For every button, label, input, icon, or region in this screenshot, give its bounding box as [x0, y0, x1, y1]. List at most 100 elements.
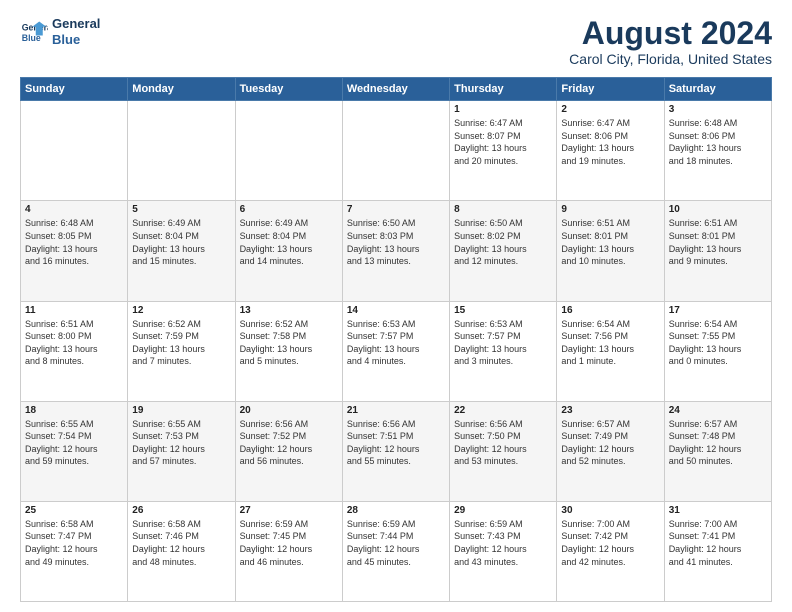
day-number: 27: [240, 505, 338, 516]
calendar-cell: 20 Sunrise: 6:56 AM Sunset: 7:52 PM Dayli…: [235, 401, 342, 501]
calendar-cell: 12Sunrise: 6:52 AM Sunset: 7:59 PM Dayli…: [128, 301, 235, 401]
weekday-friday: Friday: [557, 78, 664, 101]
day-number: 30: [561, 505, 659, 516]
day-number: 24: [669, 405, 767, 416]
day-number: 4: [25, 204, 123, 215]
cell-content: Sunrise: 6:49 AM Sunset: 8:04 PM Dayligh…: [132, 217, 230, 267]
sub-title: Carol City, Florida, United States: [569, 51, 772, 67]
day-number: 16: [561, 305, 659, 316]
week-row-1: 1 Sunrise: 6:47 AM Sunset: 8:07 PM Daylig…: [21, 101, 772, 201]
cell-content: Sunrise: 6:58 AM Sunset: 7:47 PM Dayligh…: [25, 518, 123, 568]
week-row-5: 25 Sunrise: 6:58 AM Sunset: 7:47 PM Dayli…: [21, 501, 772, 601]
calendar-cell: [128, 101, 235, 201]
day-number: 1: [454, 104, 552, 115]
page: General Blue General Blue August 2024 Ca…: [0, 0, 792, 612]
day-number: 19: [132, 405, 230, 416]
cell-content: Sunrise: 6:54 AM Sunset: 7:55 PM Dayligh…: [669, 318, 767, 368]
cell-content: Sunrise: 6:54 AM Sunset: 7:56 PM Dayligh…: [561, 318, 659, 368]
cell-content: Sunrise: 6:59 AM Sunset: 7:44 PM Dayligh…: [347, 518, 445, 568]
day-number: 25: [25, 505, 123, 516]
title-block: August 2024 Carol City, Florida, United …: [569, 16, 772, 67]
calendar-cell: 6 Sunrise: 6:49 AM Sunset: 8:04 PM Daylig…: [235, 201, 342, 301]
calendar-cell: 21 Sunrise: 6:56 AM Sunset: 7:51 PM Dayli…: [342, 401, 449, 501]
day-number: 22: [454, 405, 552, 416]
cell-content: Sunrise: 6:55 AM Sunset: 7:54 PM Dayligh…: [25, 418, 123, 468]
calendar-cell: 15 Sunrise: 6:53 AM Sunset: 7:57 PM Dayli…: [450, 301, 557, 401]
weekday-thursday: Thursday: [450, 78, 557, 101]
logo-text: General Blue: [52, 16, 100, 47]
cell-content: Sunrise: 6:57 AM Sunset: 7:48 PM Dayligh…: [669, 418, 767, 468]
day-number: 11: [25, 305, 123, 316]
weekday-monday: Monday: [128, 78, 235, 101]
cell-content: Sunrise: 6:58 AM Sunset: 7:46 PM Dayligh…: [132, 518, 230, 568]
calendar-cell: [235, 101, 342, 201]
calendar-cell: 30 Sunrise: 7:00 AM Sunset: 7:42 PM Dayli…: [557, 501, 664, 601]
day-number: 10: [669, 204, 767, 215]
day-number: 21: [347, 405, 445, 416]
day-number: 20: [240, 405, 338, 416]
cell-content: Sunrise: 6:59 AM Sunset: 7:45 PM Dayligh…: [240, 518, 338, 568]
day-number: 13: [240, 305, 338, 316]
day-number: 28: [347, 505, 445, 516]
calendar-cell: 22Sunrise: 6:56 AM Sunset: 7:50 PM Dayli…: [450, 401, 557, 501]
calendar-cell: 31 Sunrise: 7:00 AM Sunset: 7:41 PM Dayli…: [664, 501, 771, 601]
calendar-cell: 18 Sunrise: 6:55 AM Sunset: 7:54 PM Dayli…: [21, 401, 128, 501]
day-number: 17: [669, 305, 767, 316]
calendar-cell: 19 Sunrise: 6:55 AM Sunset: 7:53 PM Dayli…: [128, 401, 235, 501]
day-number: 15: [454, 305, 552, 316]
cell-content: Sunrise: 6:50 AM Sunset: 8:02 PM Dayligh…: [454, 217, 552, 267]
calendar-cell: [342, 101, 449, 201]
calendar-cell: 24 Sunrise: 6:57 AM Sunset: 7:48 PM Dayli…: [664, 401, 771, 501]
logo-icon: General Blue: [20, 18, 48, 46]
cell-content: Sunrise: 6:48 AM Sunset: 8:05 PM Dayligh…: [25, 217, 123, 267]
cell-content: Sunrise: 7:00 AM Sunset: 7:41 PM Dayligh…: [669, 518, 767, 568]
header: General Blue General Blue August 2024 Ca…: [20, 16, 772, 67]
day-number: 9: [561, 204, 659, 215]
calendar-cell: 27 Sunrise: 6:59 AM Sunset: 7:45 PM Dayli…: [235, 501, 342, 601]
cell-content: Sunrise: 6:51 AM Sunset: 8:01 PM Dayligh…: [669, 217, 767, 267]
calendar-cell: 25 Sunrise: 6:58 AM Sunset: 7:47 PM Dayli…: [21, 501, 128, 601]
day-number: 14: [347, 305, 445, 316]
cell-content: Sunrise: 6:53 AM Sunset: 7:57 PM Dayligh…: [454, 318, 552, 368]
day-number: 12: [132, 305, 230, 316]
calendar-cell: 10 Sunrise: 6:51 AM Sunset: 8:01 PM Dayli…: [664, 201, 771, 301]
calendar-cell: [21, 101, 128, 201]
calendar-cell: 11 Sunrise: 6:51 AM Sunset: 8:00 PM Dayli…: [21, 301, 128, 401]
weekday-tuesday: Tuesday: [235, 78, 342, 101]
day-number: 23: [561, 405, 659, 416]
svg-text:General: General: [22, 22, 48, 32]
calendar-cell: 23 Sunrise: 6:57 AM Sunset: 7:49 PM Dayli…: [557, 401, 664, 501]
calendar-table: SundayMondayTuesdayWednesdayThursdayFrid…: [20, 77, 772, 602]
main-title: August 2024: [569, 16, 772, 51]
week-row-4: 18 Sunrise: 6:55 AM Sunset: 7:54 PM Dayli…: [21, 401, 772, 501]
day-number: 26: [132, 505, 230, 516]
day-number: 6: [240, 204, 338, 215]
calendar-cell: 1 Sunrise: 6:47 AM Sunset: 8:07 PM Daylig…: [450, 101, 557, 201]
cell-content: Sunrise: 6:55 AM Sunset: 7:53 PM Dayligh…: [132, 418, 230, 468]
day-number: 3: [669, 104, 767, 115]
cell-content: Sunrise: 6:51 AM Sunset: 8:01 PM Dayligh…: [561, 217, 659, 267]
day-number: 18: [25, 405, 123, 416]
cell-content: Sunrise: 6:57 AM Sunset: 7:49 PM Dayligh…: [561, 418, 659, 468]
day-number: 31: [669, 505, 767, 516]
cell-content: Sunrise: 6:53 AM Sunset: 7:57 PM Dayligh…: [347, 318, 445, 368]
weekday-wednesday: Wednesday: [342, 78, 449, 101]
cell-content: Sunrise: 6:47 AM Sunset: 8:07 PM Dayligh…: [454, 117, 552, 167]
cell-content: Sunrise: 7:00 AM Sunset: 7:42 PM Dayligh…: [561, 518, 659, 568]
cell-content: Sunrise: 6:49 AM Sunset: 8:04 PM Dayligh…: [240, 217, 338, 267]
calendar-cell: 28 Sunrise: 6:59 AM Sunset: 7:44 PM Dayli…: [342, 501, 449, 601]
cell-content: Sunrise: 6:56 AM Sunset: 7:52 PM Dayligh…: [240, 418, 338, 468]
calendar-cell: 26 Sunrise: 6:58 AM Sunset: 7:46 PM Dayli…: [128, 501, 235, 601]
cell-content: Sunrise: 6:51 AM Sunset: 8:00 PM Dayligh…: [25, 318, 123, 368]
calendar-cell: 13Sunrise: 6:52 AM Sunset: 7:58 PM Dayli…: [235, 301, 342, 401]
day-number: 29: [454, 505, 552, 516]
week-row-2: 4 Sunrise: 6:48 AM Sunset: 8:05 PM Daylig…: [21, 201, 772, 301]
cell-content: Sunrise: 6:56 AM Sunset: 7:51 PM Dayligh…: [347, 418, 445, 468]
logo: General Blue General Blue: [20, 16, 100, 47]
day-number: 2: [561, 104, 659, 115]
weekday-saturday: Saturday: [664, 78, 771, 101]
cell-content: Sunrise: 6:47 AM Sunset: 8:06 PM Dayligh…: [561, 117, 659, 167]
calendar-cell: 16 Sunrise: 6:54 AM Sunset: 7:56 PM Dayli…: [557, 301, 664, 401]
day-number: 8: [454, 204, 552, 215]
calendar-cell: 3Sunrise: 6:48 AM Sunset: 8:06 PM Daylig…: [664, 101, 771, 201]
